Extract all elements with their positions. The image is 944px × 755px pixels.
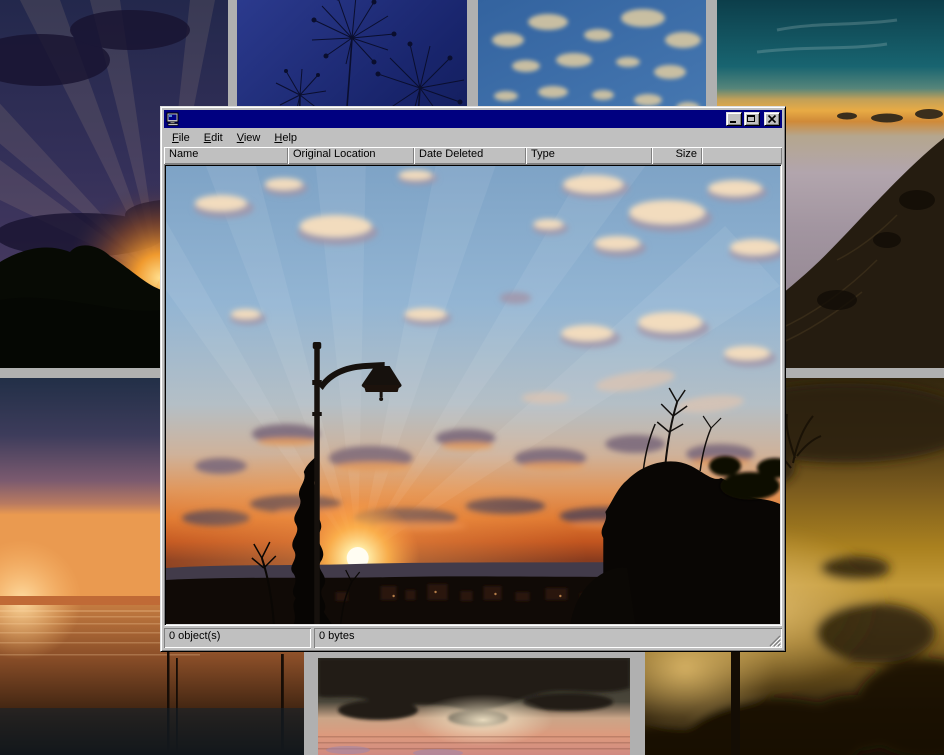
computer-icon [166, 112, 180, 126]
bg-photo-water-reflection [318, 658, 630, 755]
close-icon [765, 113, 779, 125]
minimize-button[interactable] [726, 112, 742, 126]
status-object-count: 0 object(s) [164, 628, 311, 648]
menu-help[interactable]: Help [268, 130, 305, 146]
column-header-date-deleted[interactable]: Date Deleted [414, 147, 526, 164]
status-size: 0 bytes [314, 628, 782, 648]
desktop-collage-page: { "window": { "title": "", "menu": { "it… [0, 0, 944, 755]
recycle-bin-window: File Edit View Help Name Original Locati… [160, 106, 786, 652]
status-bar: 0 object(s) 0 bytes [164, 628, 782, 648]
folder-background-photo [166, 166, 780, 624]
close-button[interactable] [764, 112, 780, 126]
menu-view[interactable]: View [231, 130, 269, 146]
maximize-icon [747, 115, 755, 122]
maximize-button[interactable] [744, 112, 760, 126]
column-header-original-location[interactable]: Original Location [288, 147, 414, 164]
file-list-area[interactable] [164, 164, 782, 626]
column-header-name[interactable]: Name [164, 147, 288, 164]
column-header-row: Name Original Location Date Deleted Type… [164, 147, 782, 164]
menu-file[interactable]: File [166, 130, 198, 146]
menu-bar: File Edit View Help [164, 128, 782, 147]
titlebar[interactable] [164, 110, 782, 128]
menu-edit[interactable]: Edit [198, 130, 231, 146]
minimize-icon [730, 121, 736, 123]
column-header-size[interactable]: Size [652, 147, 702, 164]
column-header-type[interactable]: Type [526, 147, 652, 164]
column-header-filler [702, 147, 782, 164]
resize-grip-icon[interactable] [768, 634, 781, 647]
